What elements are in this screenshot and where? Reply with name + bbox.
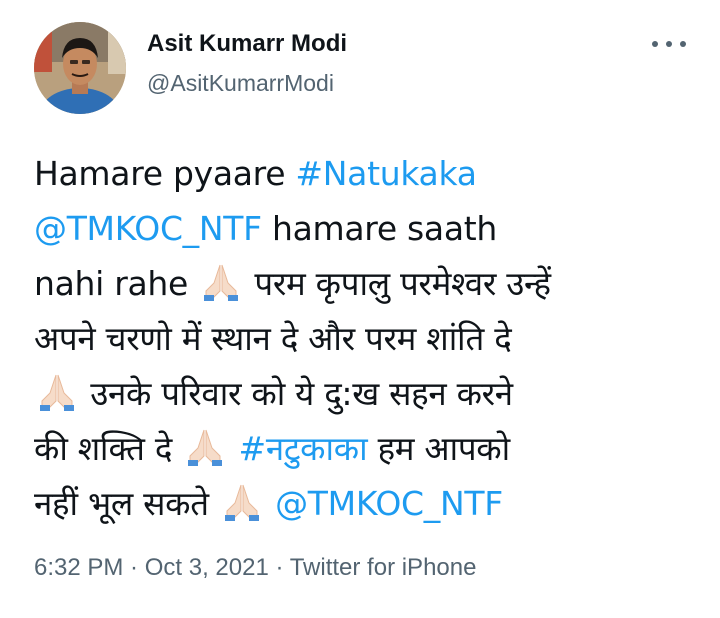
- folded-hands-icon: [200, 261, 242, 303]
- tweet-card: Asit Kumarr Modi @AsitKumarrModi Hamare …: [0, 0, 720, 618]
- text-segment: की शक्ति दे: [34, 429, 183, 468]
- tweet-text: Hamare pyaare #Natukaka @TMKOC_NTF hamar…: [34, 146, 714, 531]
- text-segment: Hamare pyaare: [34, 154, 296, 193]
- tweet-source[interactable]: Twitter for iPhone: [290, 554, 477, 581]
- author-handle[interactable]: @AsitKumarrModi: [147, 70, 334, 97]
- text-segment: nahi rahe: [34, 264, 199, 303]
- author-name[interactable]: Asit Kumarr Modi: [147, 30, 347, 58]
- tweet-meta: 6:32 PM · Oct 3, 2021 · Twitter for iPho…: [34, 554, 476, 582]
- tweet-line: की शक्ति दे #नटुकाका हम आपको: [34, 421, 714, 476]
- text-segment: उनके परिवार को ये दु:ख सहन करने: [80, 374, 513, 413]
- text-segment: अपने चरणो में स्थान दे और परम शांति दे: [34, 319, 512, 358]
- tweet-line: उनके परिवार को ये दु:ख सहन करने: [34, 366, 714, 421]
- text-segment: नहीं भूल सकते: [34, 484, 219, 523]
- text-segment: हम आपको: [367, 429, 511, 468]
- text-segment: परम कृपालु परमेश्वर उन्हें: [244, 264, 551, 303]
- hashtag-natukaka-hindi[interactable]: #नटुकाका: [238, 429, 367, 468]
- tweet-line: @TMKOC_NTF hamare saath: [34, 201, 714, 256]
- folded-hands-icon: [36, 371, 78, 413]
- separator: ·: [123, 554, 145, 581]
- folded-hands-icon: [184, 426, 226, 468]
- tweet-line: नहीं भूल सकते @TMKOC_NTF: [34, 476, 714, 531]
- text-segment: hamare saath: [261, 209, 498, 248]
- mention-tmkoc-ntf[interactable]: @TMKOC_NTF: [34, 209, 262, 248]
- tweet-line: nahi rahe परम कृपालु परमेश्वर उन्हें: [34, 256, 714, 311]
- mention-tmkoc-ntf[interactable]: @TMKOC_NTF: [275, 484, 503, 523]
- tweet-line: Hamare pyaare #Natukaka: [34, 146, 714, 201]
- hashtag-natukaka[interactable]: #Natukaka: [295, 154, 477, 193]
- folded-hands-icon: [221, 481, 263, 523]
- avatar[interactable]: [34, 22, 126, 114]
- tweet-date[interactable]: Oct 3, 2021: [145, 554, 269, 581]
- tweet-time[interactable]: 6:32 PM: [34, 554, 123, 581]
- more-options-icon[interactable]: [652, 34, 686, 54]
- separator: ·: [268, 554, 290, 581]
- tweet-line: अपने चरणो में स्थान दे और परम शांति दे: [34, 311, 714, 366]
